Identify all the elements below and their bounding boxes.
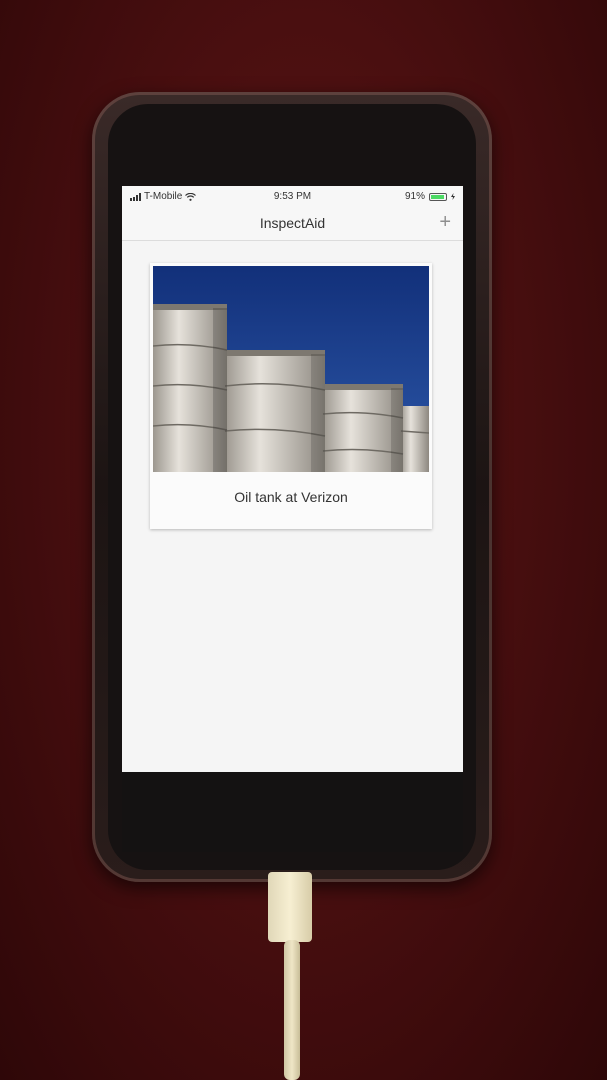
inspection-card[interactable]: Oil tank at Verizon [150, 263, 432, 529]
oil-tanks-image [153, 266, 429, 472]
inspection-photo [153, 266, 429, 472]
charging-cable [284, 940, 300, 1080]
add-inspection-button[interactable]: + [439, 210, 451, 234]
status-bar: T-Mobile 9:53 PM 91% [122, 186, 463, 206]
plus-icon: + [439, 211, 451, 233]
nav-title: InspectAid [259, 215, 326, 231]
phone-screen: T-Mobile 9:53 PM 91% InspectAid + Oil ta… [122, 186, 463, 772]
battery-icon [429, 192, 447, 201]
inspection-title: Oil tank at Verizon [234, 489, 348, 505]
battery-percent: 91% [404, 191, 425, 202]
inspection-list: Oil tank at Verizon [122, 241, 463, 772]
status-right: 91% [405, 191, 455, 202]
screen-bezel-bottom [122, 772, 463, 852]
battery-fill [431, 194, 444, 199]
charging-cable-plug [268, 872, 312, 942]
charging-icon [451, 193, 455, 200]
navigation-bar: InspectAid + [122, 206, 463, 241]
